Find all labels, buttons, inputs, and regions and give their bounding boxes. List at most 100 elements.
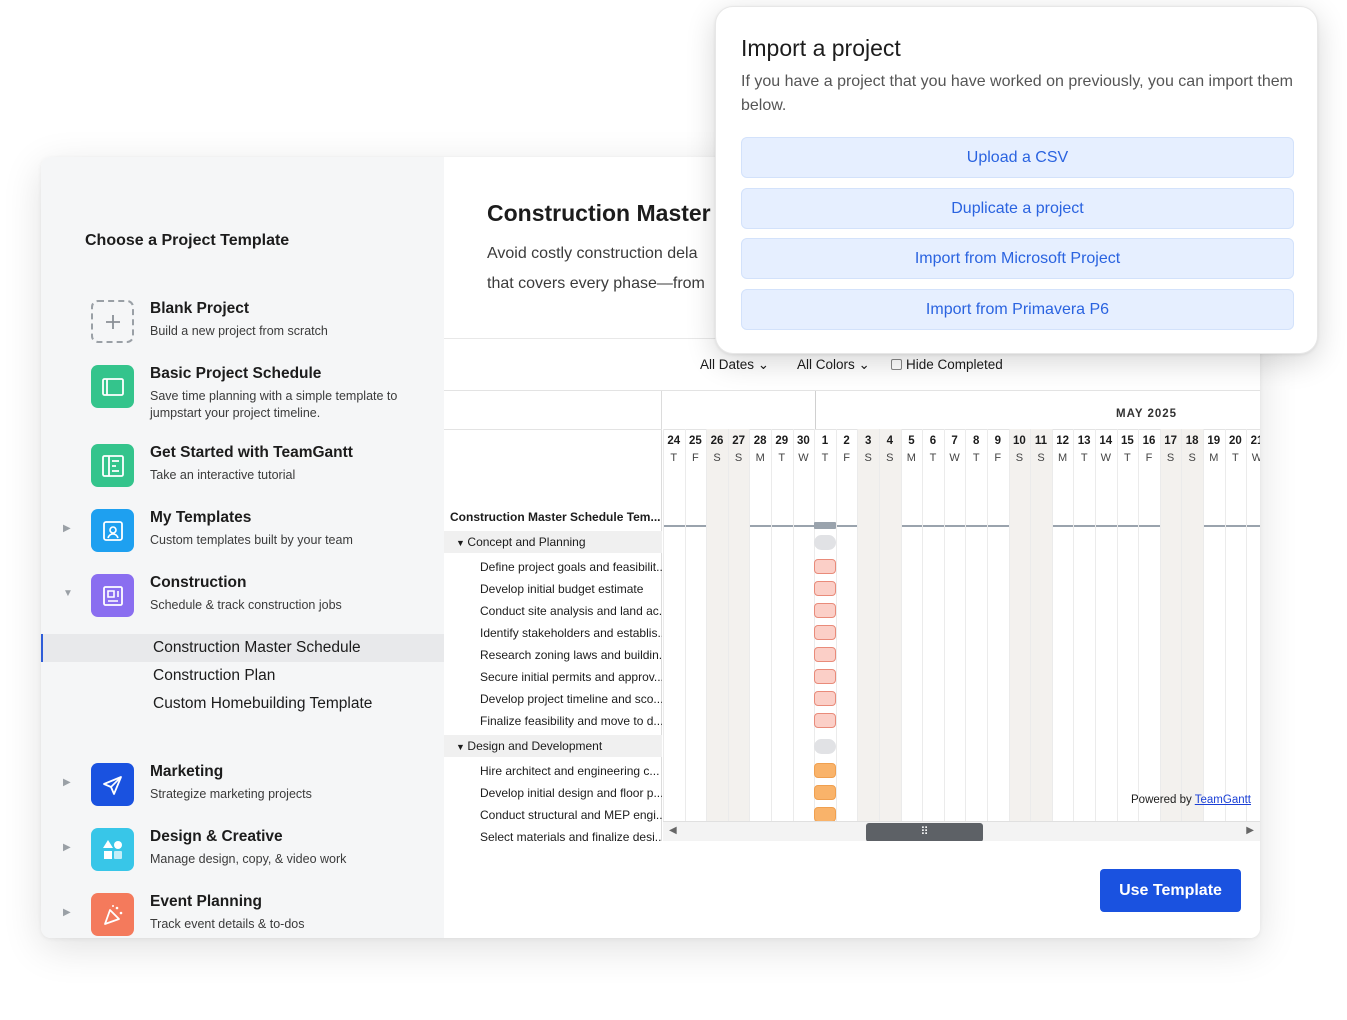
- template-my-templates[interactable]: ▶ My Templates Custom templates built by…: [41, 506, 444, 556]
- task-bar[interactable]: [814, 559, 837, 574]
- day-letter: S: [886, 452, 894, 464]
- scroll-thumb[interactable]: ⠿: [866, 823, 983, 841]
- task-list-header-divider: [444, 429, 662, 430]
- horizontal-scrollbar[interactable]: ◀ ⠿ ▶: [663, 821, 1260, 841]
- day-column: [1095, 429, 1117, 821]
- hide-completed-checkbox[interactable]: [891, 359, 902, 370]
- day-number: 28: [753, 435, 767, 447]
- day-letter: W: [949, 452, 960, 464]
- day-letter: S: [1188, 452, 1196, 464]
- task-bar[interactable]: [814, 625, 837, 640]
- template-construction-master-schedule[interactable]: Construction Master Schedule: [41, 634, 444, 662]
- day-column: [1030, 429, 1052, 821]
- day-column: [1181, 429, 1203, 821]
- day-number: 15: [1120, 435, 1134, 447]
- task-bar[interactable]: [814, 763, 837, 778]
- template-get-started[interactable]: Get Started with TeamGantt Take an inter…: [41, 441, 444, 491]
- task-row: Conduct site analysis and land ac...: [480, 604, 662, 618]
- expand-caret-icon[interactable]: ▶: [63, 777, 71, 788]
- task-bar[interactable]: [814, 669, 837, 684]
- group-name: Concept and Planning: [467, 535, 586, 549]
- import-title: Import a project: [741, 35, 901, 61]
- day-letter: W: [798, 452, 809, 464]
- powered-by: Powered by TeamGantt: [1131, 794, 1251, 806]
- day-column: [1138, 429, 1160, 821]
- chevron-down-icon: ⌄: [757, 357, 770, 372]
- day-letter: S: [1037, 452, 1045, 464]
- day-number: 27: [732, 435, 745, 447]
- group-caret-icon: ▼: [456, 538, 468, 548]
- use-template-button[interactable]: Use Template: [1100, 869, 1241, 912]
- scroll-right-icon[interactable]: ▶: [1246, 825, 1254, 836]
- task-bar[interactable]: [814, 713, 837, 728]
- task-bar[interactable]: [814, 647, 837, 662]
- day-letter: S: [1166, 452, 1175, 464]
- template-desc: Manage design, copy, & video work: [150, 852, 347, 866]
- day-number: 16: [1142, 435, 1156, 447]
- template-basic-project-schedule[interactable]: Basic Project Schedule Save time plannin…: [41, 362, 444, 420]
- template-construction-plan[interactable]: Construction Plan: [41, 662, 444, 690]
- template-construction[interactable]: ▼ Construction Schedule & track construc…: [41, 571, 444, 621]
- day-letter: F: [1145, 452, 1153, 464]
- all-colors-filter[interactable]: All Colors ⌄: [797, 357, 870, 373]
- gantt-preview: All Dates ⌄ All Colors ⌄ Hide Completed …: [444, 338, 1260, 841]
- day-number: 8: [972, 435, 980, 447]
- template-marketing[interactable]: ▶ Marketing Strategize marketing project…: [41, 760, 444, 810]
- task-bar[interactable]: [814, 581, 837, 596]
- upload-csv-button[interactable]: Upload a CSV: [741, 137, 1294, 178]
- group-row[interactable]: ▼ Concept and Planning: [444, 531, 662, 553]
- expand-caret-icon[interactable]: ▶: [63, 907, 71, 918]
- day-letter: T: [670, 452, 678, 464]
- construction-icon: [91, 574, 134, 617]
- day-column: [1246, 429, 1260, 821]
- month-divider: [815, 391, 816, 429]
- template-name: My Templates: [150, 509, 252, 526]
- scroll-left-icon[interactable]: ◀: [669, 825, 677, 836]
- day-number: 26: [710, 435, 724, 447]
- day-number: 11: [1034, 435, 1048, 447]
- duplicate-project-button[interactable]: Duplicate a project: [741, 188, 1294, 229]
- day-column: [1159, 429, 1182, 821]
- group-bar[interactable]: [814, 535, 837, 550]
- day-column: [1116, 429, 1139, 821]
- template-custom-homebuilding[interactable]: Custom Homebuilding Template: [41, 690, 444, 718]
- day-column: [706, 429, 728, 821]
- template-desc: Track event details & to-dos: [150, 917, 305, 931]
- task-row: Develop project timeline and sco...: [480, 692, 662, 706]
- day-letter: T: [821, 452, 829, 464]
- collapse-caret-icon[interactable]: ▼: [63, 588, 73, 599]
- task-bar[interactable]: [814, 785, 837, 800]
- task-bar[interactable]: [814, 603, 837, 618]
- task-bar[interactable]: [814, 691, 837, 706]
- day-number: 6: [929, 435, 937, 447]
- group-bar[interactable]: [814, 739, 837, 754]
- task-row: Finalize feasibility and move to d...: [480, 714, 662, 728]
- import-primavera-button[interactable]: Import from Primavera P6: [741, 289, 1294, 330]
- template-design-creative[interactable]: ▶ Design & Creative Manage design, copy,…: [41, 825, 444, 875]
- tutorial-icon: [91, 444, 134, 487]
- template-sidebar: Choose a Project Template Blank Project …: [41, 157, 444, 938]
- template-name: Blank Project: [150, 300, 250, 317]
- project-bar[interactable]: [814, 522, 837, 529]
- day-letter: T: [972, 452, 980, 464]
- import-project-popup: Import a project If you have a project t…: [715, 6, 1318, 354]
- day-number: 2: [843, 435, 850, 447]
- day-number: 5: [908, 435, 915, 447]
- teamgantt-link[interactable]: TeamGantt: [1195, 794, 1251, 806]
- task-bar[interactable]: [814, 807, 837, 821]
- template-blank-project[interactable]: Blank Project Build a new project from s…: [41, 297, 444, 347]
- expand-caret-icon[interactable]: ▶: [63, 523, 71, 534]
- all-dates-filter[interactable]: All Dates ⌄: [700, 357, 769, 373]
- hide-completed-toggle[interactable]: Hide Completed: [891, 357, 1003, 372]
- day-letter: S: [864, 452, 872, 464]
- template-event-planning[interactable]: ▶ Event Planning Track event details & t…: [41, 890, 444, 938]
- expand-caret-icon[interactable]: ▶: [63, 842, 71, 853]
- group-row[interactable]: ▼ Design and Development: [444, 735, 662, 757]
- party-icon: [91, 893, 134, 936]
- day-column: [749, 429, 771, 821]
- day-column: [727, 429, 750, 821]
- day-column: [771, 429, 793, 821]
- import-microsoft-project-button[interactable]: Import from Microsoft Project: [741, 238, 1294, 279]
- plus-icon: [91, 300, 134, 343]
- sidebar-title: Choose a Project Template: [85, 232, 290, 249]
